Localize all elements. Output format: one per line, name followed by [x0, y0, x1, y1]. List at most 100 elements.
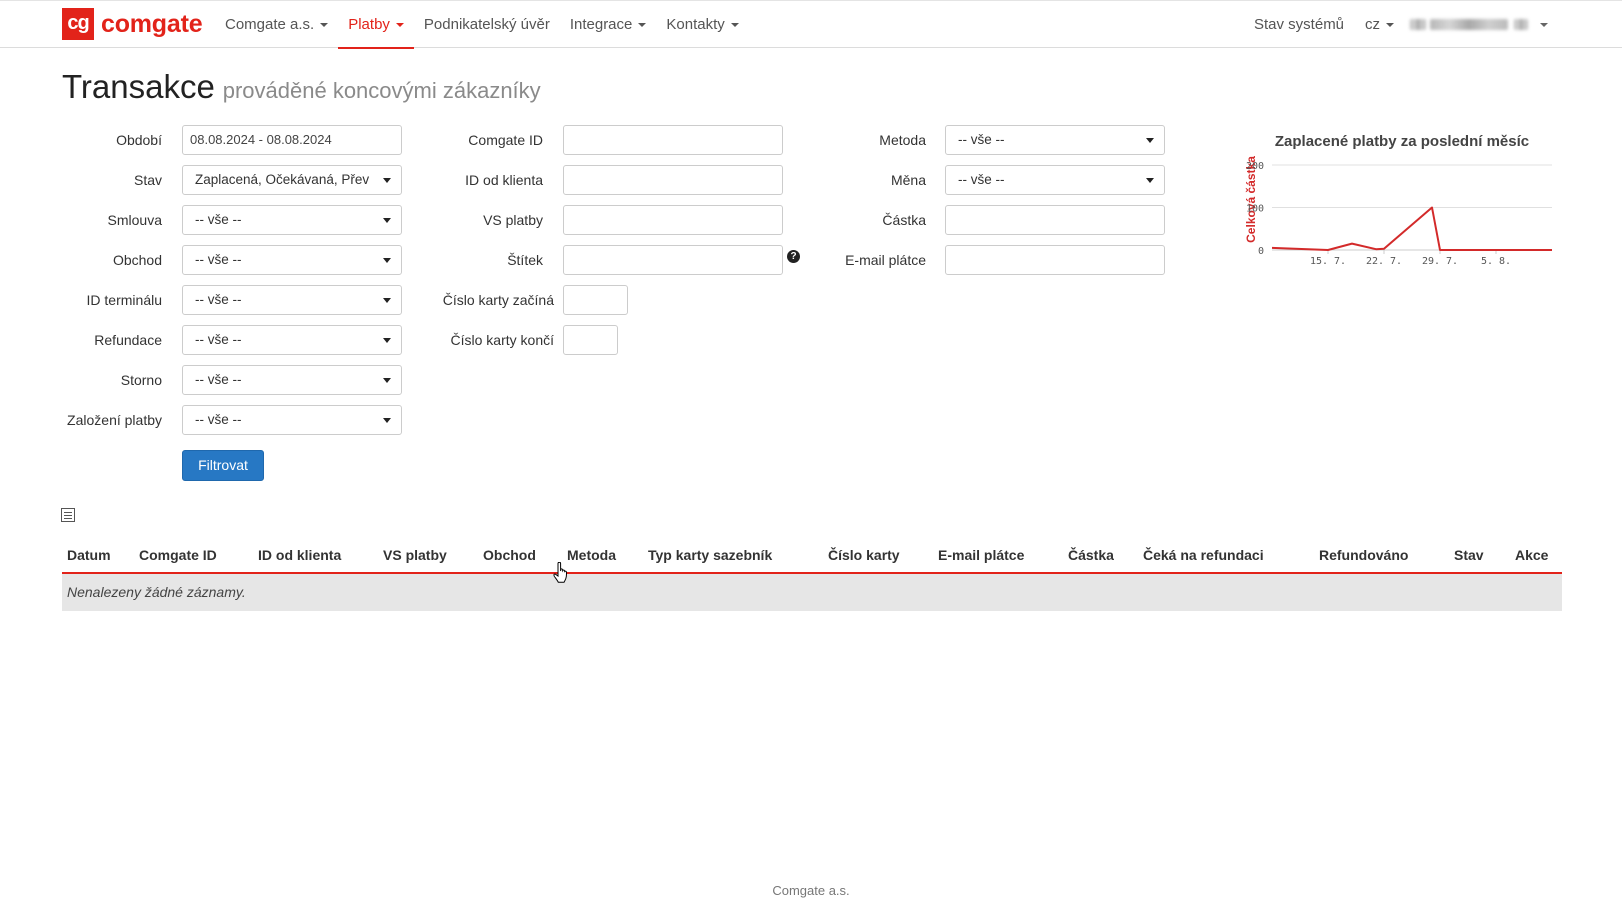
col-email[interactable]: E-mail plátce	[938, 547, 1024, 563]
vs-platby-input[interactable]	[563, 205, 783, 235]
footer: Comgate a.s.	[772, 883, 850, 898]
smlouva-select[interactable]: -- vše --	[182, 205, 402, 235]
help-icon[interactable]: ?	[787, 250, 800, 263]
filter-button[interactable]: Filtrovat	[182, 450, 264, 481]
col-typ-karty[interactable]: Typ karty sazebník	[648, 547, 772, 563]
zalozeni-select-value: -- vše --	[195, 412, 242, 427]
top-navbar: cg comgate Comgate a.s. Platby Podnikate…	[0, 0, 1622, 49]
obchod-select[interactable]: -- vše --	[182, 245, 402, 275]
caret-down-icon	[1146, 178, 1154, 183]
language-switch[interactable]: cz	[1355, 1, 1404, 48]
blurred-username	[1514, 19, 1528, 30]
label-refundace: Refundace	[94, 332, 162, 348]
caret-down-icon	[383, 178, 391, 183]
zalozeni-select[interactable]: -- vše --	[182, 405, 402, 435]
nav-comgate[interactable]: Comgate a.s.	[215, 1, 338, 48]
stav-select[interactable]: Zaplacená, Očekávaná, Přev	[182, 165, 402, 195]
label-id-klienta: ID od klienta	[465, 172, 543, 188]
mena-select[interactable]: -- vše --	[945, 165, 1165, 195]
caret-down-icon	[383, 378, 391, 383]
castka-input[interactable]	[945, 205, 1165, 235]
col-id-klienta[interactable]: ID od klienta	[258, 547, 341, 563]
label-metoda: Metoda	[879, 132, 926, 148]
caret-down-icon	[383, 258, 391, 263]
caret-down-icon	[638, 22, 647, 27]
caret-down-icon	[730, 22, 739, 27]
label-stitek: Štítek	[507, 252, 543, 268]
obchod-select-value: -- vše --	[195, 252, 242, 267]
nav-comgate-label: Comgate a.s.	[225, 16, 315, 33]
nav-platby[interactable]: Platby	[338, 1, 414, 49]
blurred-username	[1430, 19, 1508, 30]
chart-xtick-label: 15. 7.	[1310, 256, 1346, 267]
id-terminalu-select-value: -- vše --	[195, 292, 242, 307]
smlouva-select-value: -- vše --	[195, 212, 242, 227]
caret-down-icon	[1146, 138, 1154, 143]
storno-select[interactable]: -- vše --	[182, 365, 402, 395]
nav-integrace-label: Integrace	[569, 16, 633, 33]
excel-export-icon[interactable]	[61, 508, 75, 522]
col-comgate-id[interactable]: Comgate ID	[139, 547, 217, 563]
karta-konci-input[interactable]	[563, 325, 618, 355]
comgate-logo[interactable]: cg comgate	[62, 8, 203, 40]
col-metoda[interactable]: Metoda	[567, 547, 616, 563]
nav-platby-label: Platby	[348, 16, 390, 33]
obdobi-input[interactable]: 08.08.2024 - 08.08.2024	[182, 125, 402, 155]
col-refundovano[interactable]: Refundováno	[1319, 547, 1408, 563]
label-smlouva: Smlouva	[107, 212, 162, 228]
caret-down-icon	[383, 218, 391, 223]
caret-down-icon	[320, 22, 329, 27]
label-obchod: Obchod	[112, 252, 162, 268]
table-header: Datum Comgate ID ID od klienta VS platby…	[62, 535, 1562, 574]
system-status-label: Stav systémů	[1254, 16, 1345, 33]
nav-uver[interactable]: Podnikatelský úvěr	[414, 1, 560, 48]
payments-chart: Zaplacené platby za poslední měsíc Celkov…	[1230, 130, 1560, 275]
refundace-select-value: -- vše --	[195, 332, 242, 347]
nav-kontakty[interactable]: Kontakty	[656, 1, 748, 48]
storno-select-value: -- vše --	[195, 372, 242, 387]
nav-integrace[interactable]: Integrace	[560, 1, 657, 48]
page-title-sub: prováděné koncovými zákazníky	[222, 78, 541, 103]
page-title: Transakce prováděné koncovými zákazníky	[62, 68, 541, 106]
stav-select-value: Zaplacená, Očekávaná, Přev	[195, 172, 370, 187]
nav-system-status[interactable]: Stav systémů	[1244, 1, 1354, 48]
label-karta-zacina: Číslo karty začíná	[442, 292, 554, 308]
label-vs-platby: VS platby	[483, 212, 543, 228]
chart-series-line	[1271, 206, 1552, 251]
label-comgate-id: Comgate ID	[468, 132, 543, 148]
metoda-select[interactable]: -- vše --	[945, 125, 1165, 155]
label-karta-konci: Číslo karty končí	[450, 332, 554, 348]
caret-down-icon	[1386, 22, 1394, 27]
caret-down-icon	[383, 418, 391, 423]
col-obchod[interactable]: Obchod	[483, 547, 536, 563]
label-castka: Částka	[882, 212, 926, 228]
col-stav[interactable]: Stav	[1454, 547, 1484, 563]
refundace-select[interactable]: -- vše --	[182, 325, 402, 355]
page-title-main: Transakce	[62, 68, 215, 105]
chart-xtick-label: 5. 8.	[1481, 256, 1511, 267]
col-vs-platby[interactable]: VS platby	[383, 547, 447, 563]
karta-zacina-input[interactable]	[563, 285, 628, 315]
id-terminalu-select[interactable]: -- vše --	[182, 285, 402, 315]
main-menu: Comgate a.s. Platby Podnikatelský úvěr I…	[215, 1, 749, 49]
user-menu[interactable]	[1410, 1, 1560, 48]
id-klienta-input[interactable]	[563, 165, 783, 195]
caret-down-icon	[383, 298, 391, 303]
chart-ytick-label: 200	[1246, 161, 1264, 172]
caret-down-icon	[395, 22, 404, 27]
payments-chart-svg: Zaplacené platby za poslední měsícCelkov…	[1244, 133, 1552, 267]
label-obdobi: Období	[116, 132, 162, 148]
col-datum[interactable]: Datum	[67, 547, 111, 563]
col-akce: Akce	[1515, 547, 1549, 563]
stitek-input[interactable]	[563, 245, 783, 275]
col-ceka-refundace[interactable]: Čeká na refundaci	[1143, 547, 1264, 563]
chart-ytick-label: 0	[1258, 246, 1264, 257]
table-empty-row: Nenalezeny žádné záznamy.	[62, 574, 1562, 611]
col-castka[interactable]: Částka	[1068, 547, 1114, 563]
comgate-id-input[interactable]	[563, 125, 783, 155]
transactions-table: Datum Comgate ID ID od klienta VS platby…	[62, 535, 1562, 611]
label-stav: Stav	[133, 172, 162, 188]
mena-select-value: -- vše --	[958, 172, 1005, 187]
col-cislo-karty[interactable]: Číslo karty	[828, 547, 900, 563]
email-input[interactable]	[945, 245, 1165, 275]
